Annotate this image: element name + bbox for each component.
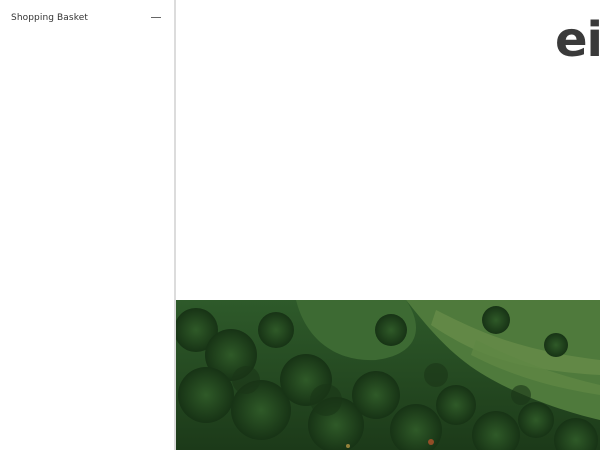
basket-panel-title: Shopping Basket — [11, 13, 88, 23]
page: Shopping Basket ei — [0, 0, 600, 450]
brand-logo[interactable]: ei — [555, 11, 600, 69]
hero-landscape-graphic — [176, 300, 600, 450]
minus-icon — [151, 17, 161, 18]
collapse-basket-button[interactable] — [150, 12, 162, 24]
shopping-basket-panel: Shopping Basket — [0, 0, 176, 450]
main-content: ei — [176, 0, 600, 450]
basket-panel-header: Shopping Basket — [0, 0, 174, 36]
hero-landscape-image — [176, 300, 600, 450]
